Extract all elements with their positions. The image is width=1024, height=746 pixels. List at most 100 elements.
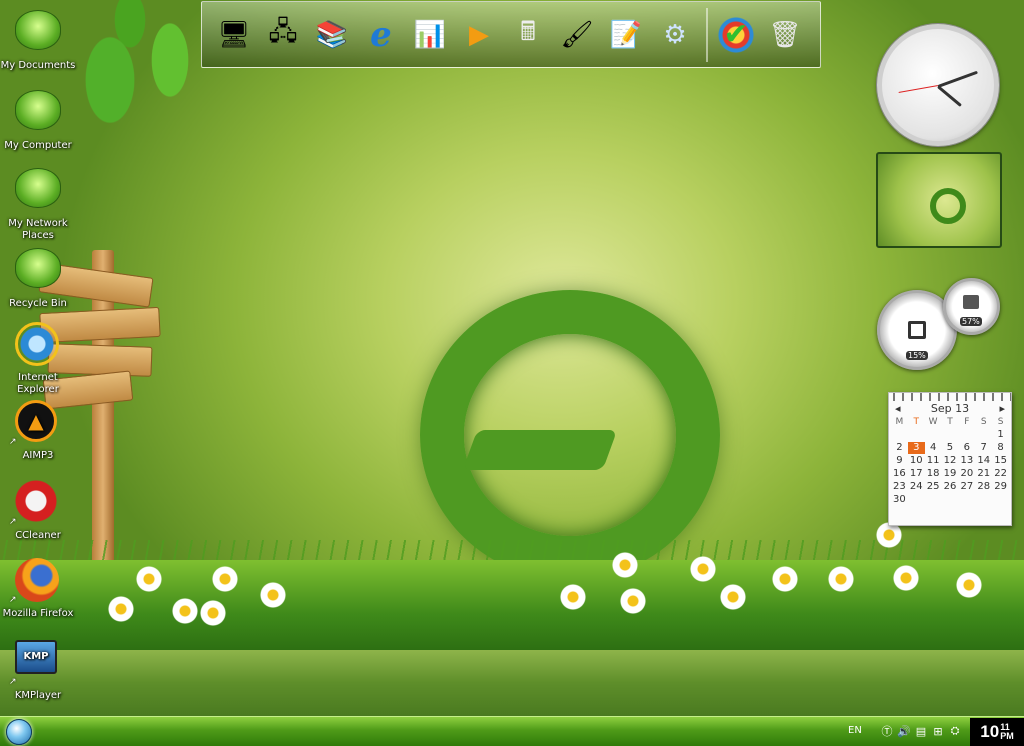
calendar-grid: M T W T F S S 1 2 3 4 5 6 7 8 9 10 11 12 13 14 15 16 17 18 19 20 21… xyxy=(889,416,1011,506)
calendar-day[interactable]: 22 xyxy=(992,468,1009,480)
dock-internet-explorer-icon[interactable]: ℯ xyxy=(359,13,403,57)
aimp-icon: ▲ ↗ xyxy=(9,400,61,447)
calendar-day xyxy=(958,429,975,441)
calendar-day[interactable]: 26 xyxy=(942,481,959,493)
desktop-icon-aimp3[interactable]: ▲ ↗ AIMP3 xyxy=(0,400,76,462)
wallpaper-daisy xyxy=(200,600,226,626)
desktop-icon-label: Mozilla Firefox xyxy=(2,608,74,619)
calendar-day[interactable]: 25 xyxy=(925,481,942,493)
launcher-dock: 🖥 🖧 📚 ℯ 📊 ▶ 🖩 🖌 📝 ⚙ ✔ 🗑 xyxy=(201,1,821,68)
display-icon[interactable]: ▤ xyxy=(914,723,928,739)
calendar-day[interactable]: 30 xyxy=(891,494,908,506)
dock-notepad-icon[interactable]: 📝 xyxy=(604,13,648,57)
desktop-icon-mozilla-firefox[interactable]: ↗ Mozilla Firefox xyxy=(0,558,76,620)
calendar-day[interactable]: 5 xyxy=(942,442,959,454)
calendar-day[interactable]: 29 xyxy=(992,481,1009,493)
calendar-day[interactable]: 19 xyxy=(942,468,959,480)
dock-calculator-icon[interactable]: 🖩 xyxy=(506,13,550,57)
calendar-day[interactable]: 7 xyxy=(975,442,992,454)
calendar-prev-icon[interactable]: ◂ xyxy=(895,402,901,415)
clock-ampm: PM xyxy=(1000,731,1014,741)
calendar-day xyxy=(958,494,975,506)
calendar-day[interactable]: 4 xyxy=(925,442,942,454)
cpu-percent: 15% xyxy=(906,351,928,360)
calendar-weekday: T xyxy=(947,417,953,427)
dock-my-computer-icon[interactable]: 🖥 xyxy=(212,13,256,57)
dock-separator xyxy=(706,7,708,62)
desktop-icon-internet-explorer[interactable]: Internet Explorer xyxy=(0,322,76,396)
calendar-day[interactable]: 3 xyxy=(907,442,925,454)
shortcut-arrow-icon: ↗ xyxy=(9,677,17,687)
calendar-day[interactable]: 2 xyxy=(891,442,908,454)
desktop-icon-recycle-bin[interactable]: Recycle Bin xyxy=(0,244,76,310)
taskbar-clock[interactable]: 10 11 PM xyxy=(970,718,1024,746)
clock-hour-hand xyxy=(937,85,962,107)
calendar-day[interactable]: 21 xyxy=(975,468,992,480)
wallpaper-daisy xyxy=(690,556,716,582)
dock-control-panel-icon[interactable]: ⚙ xyxy=(653,13,697,57)
wallpaper-daisy xyxy=(720,584,746,610)
calendar-next-icon[interactable]: ▸ xyxy=(999,402,1005,415)
calendar-day[interactable]: 23 xyxy=(891,481,908,493)
calendar-day[interactable]: 14 xyxy=(975,455,992,467)
calendar-day[interactable]: 10 xyxy=(908,455,925,467)
desktop-icon-kmplayer[interactable]: KMP ↗ KMPlayer xyxy=(0,636,76,702)
system-tray: Ⓣ 🔊 ▤ ⊞ ⛭ xyxy=(880,723,962,739)
dock-documents-icon[interactable]: 📚 xyxy=(310,13,354,57)
calendar-day[interactable]: 27 xyxy=(958,481,975,493)
wallpaper-water-reflection xyxy=(0,650,1024,716)
language-indicator[interactable]: EN xyxy=(848,725,862,736)
start-button[interactable] xyxy=(6,719,32,745)
desktop-icon-ccleaner[interactable]: ↗ CCleaner xyxy=(0,480,76,542)
desktop-icon-my-documents[interactable]: My Documents xyxy=(0,6,76,72)
calendar-day[interactable]: 16 xyxy=(891,468,908,480)
desktop-icon-label: My Network Places xyxy=(8,218,68,241)
calendar-day[interactable]: 8 xyxy=(992,442,1009,454)
desktop-icon-my-network-places[interactable]: My Network Places xyxy=(0,164,76,242)
dock-windows-update-icon[interactable]: ✔ xyxy=(714,12,758,57)
calendar-day xyxy=(925,429,942,441)
calendar-day[interactable]: 12 xyxy=(942,455,959,467)
calendar-gadget[interactable]: ◂ Sep 13 ▸ M T W T F S S 1 2 3 4 5 6 7 8 9 10 11 12 13 14 15 1… xyxy=(888,392,1012,526)
calendar-day[interactable]: 20 xyxy=(958,468,975,480)
input-method-icon[interactable]: Ⓣ xyxy=(880,723,894,739)
volume-icon[interactable]: 🔊 xyxy=(897,723,911,739)
kmp-badge: KMP xyxy=(15,640,57,674)
calendar-day xyxy=(992,494,1009,506)
network-icon[interactable]: ⊞ xyxy=(931,723,945,739)
calendar-day[interactable]: 15 xyxy=(992,455,1009,467)
calendar-day[interactable]: 1 xyxy=(992,429,1009,441)
calendar-day[interactable]: 13 xyxy=(958,455,975,467)
calendar-day[interactable]: 28 xyxy=(975,481,992,493)
wallpaper-daisy xyxy=(172,598,198,624)
memory-chip-icon xyxy=(963,295,979,309)
safely-remove-icon[interactable]: ⛭ xyxy=(948,723,962,739)
calendar-day[interactable]: 18 xyxy=(925,468,942,480)
calendar-day[interactable]: 24 xyxy=(908,481,925,493)
calendar-day xyxy=(975,494,992,506)
calendar-day[interactable]: 17 xyxy=(908,468,925,480)
calendar-weekday: S xyxy=(997,417,1004,427)
desktop-icon-my-computer[interactable]: My Computer xyxy=(0,86,76,152)
folder-cup-icon xyxy=(15,10,61,56)
dock-paint-brushes-icon[interactable]: 🖌 xyxy=(555,13,599,57)
desktop-icon-label: AIMP3 xyxy=(22,450,54,461)
calendar-day[interactable]: 6 xyxy=(958,442,975,454)
slideshow-image xyxy=(930,188,966,224)
slideshow-gadget[interactable] xyxy=(876,152,1002,248)
analog-clock-gadget[interactable] xyxy=(877,24,999,146)
wallpaper-daisy xyxy=(888,560,924,596)
firefox-icon: ↗ xyxy=(9,558,61,605)
dock-presentation-icon[interactable]: 📊 xyxy=(408,13,452,57)
calendar-day[interactable]: 9 xyxy=(891,455,908,467)
calendar-day xyxy=(925,494,942,506)
wallpaper-daisy xyxy=(612,552,638,578)
dock-media-player-icon[interactable]: ▶ xyxy=(457,13,501,57)
calendar-day xyxy=(942,494,959,506)
dock-network-icon[interactable]: 🖧 xyxy=(261,13,305,57)
dock-recycle-bin-icon[interactable]: 🗑 xyxy=(763,13,807,57)
wallpaper-daisy xyxy=(772,566,798,592)
network-places-icon xyxy=(15,168,61,214)
memory-meter-gauge[interactable]: 57% xyxy=(943,278,1000,335)
calendar-day[interactable]: 11 xyxy=(925,455,942,467)
